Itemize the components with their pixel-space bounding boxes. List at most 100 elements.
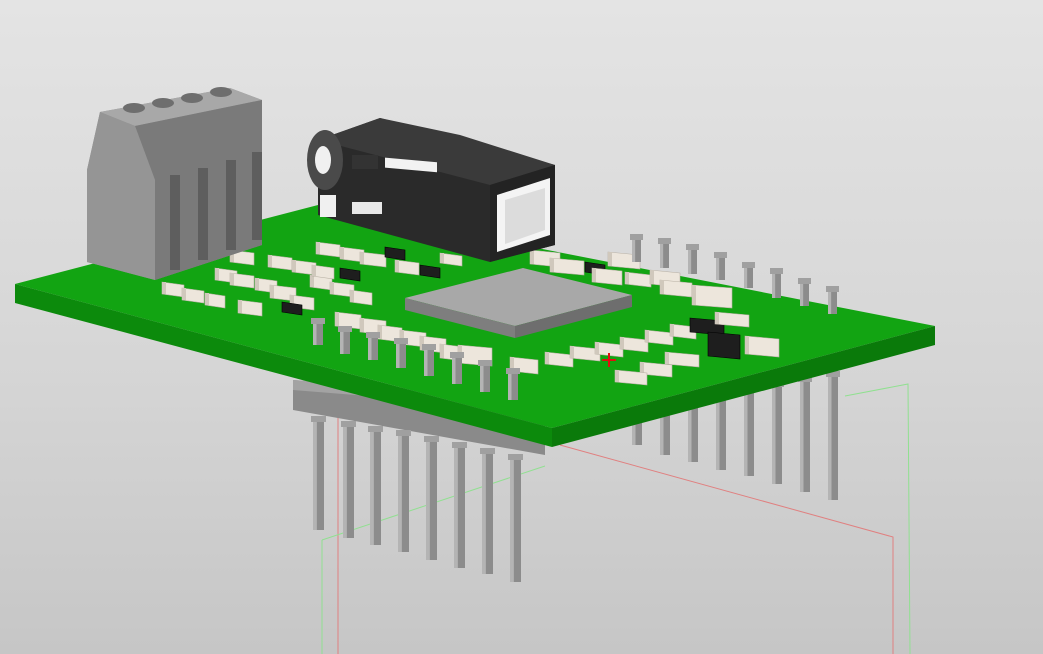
header-pin-highlight	[744, 390, 748, 476]
smd-passive-terminal	[270, 285, 274, 298]
smd-passive-terminal	[660, 280, 664, 294]
smd-passive-terminal	[316, 242, 320, 254]
header-pin-highlight	[452, 356, 456, 384]
smd-passive-terminal	[162, 282, 166, 294]
smd-passive-terminal	[330, 282, 334, 294]
header-pin-highlight	[313, 420, 317, 530]
header-pin-highlight	[800, 380, 804, 492]
smd-passive	[544, 351, 574, 368]
header-pin-highlight	[510, 458, 514, 582]
header-pin-highlight	[340, 330, 344, 354]
smd-passive	[644, 329, 674, 346]
red-projection-diagonal	[559, 444, 894, 654]
header-pin-collar	[714, 252, 727, 258]
header-pin-highlight	[426, 440, 430, 560]
header-pin-highlight	[424, 348, 428, 376]
smd-transistor	[707, 331, 741, 360]
header-pin-collar	[366, 332, 380, 338]
header-pin-collar	[686, 244, 699, 250]
header-pin-highlight	[828, 290, 832, 314]
header-pin-collar	[506, 368, 520, 374]
header-pin-collar	[742, 262, 755, 268]
header-pin-collar	[478, 360, 492, 366]
header-pin-highlight	[772, 385, 776, 484]
smd-passive-terminal	[182, 288, 186, 300]
smd-passive-terminal	[745, 336, 749, 354]
header-pin-collar	[424, 436, 439, 442]
header-pin-highlight	[398, 434, 402, 552]
header-pin-highlight	[772, 272, 776, 298]
smd-passive-terminal	[545, 352, 549, 364]
smd-passive-terminal	[215, 268, 219, 280]
header-pin-collar	[368, 426, 383, 432]
header-pin-collar	[338, 326, 352, 332]
header-pin-collar	[311, 318, 325, 324]
header-pin-collar	[480, 448, 495, 454]
header-pin-highlight	[454, 446, 458, 568]
header-pin-highlight	[800, 282, 804, 306]
smd-passive-terminal	[715, 312, 719, 324]
header-pin-highlight	[482, 452, 486, 574]
header-pin-collar	[770, 268, 783, 274]
smd-passive-terminal	[440, 344, 444, 358]
header-pin-highlight	[688, 248, 692, 274]
smd-passive	[744, 335, 780, 358]
header-pin-collar	[450, 352, 464, 358]
header-pin-highlight	[660, 242, 664, 268]
header-pin-collar	[394, 338, 408, 344]
smd-passive-terminal	[335, 312, 339, 326]
smd-passive-terminal	[350, 290, 354, 302]
header-pin-highlight	[480, 364, 484, 392]
header-pin-highlight	[744, 266, 748, 288]
header-pin-highlight	[828, 375, 832, 500]
smd-passive-terminal	[570, 346, 574, 358]
smd-passive-terminal	[595, 342, 599, 354]
header-pin-collar	[452, 442, 467, 448]
smd-passive-terminal	[665, 352, 669, 364]
header-pin-collar	[341, 421, 356, 427]
smd-passive-terminal	[312, 265, 316, 276]
header-pin-collar	[508, 454, 523, 460]
smd-passive-terminal	[292, 260, 296, 272]
smd-passive-terminal	[625, 272, 629, 284]
header-pin-collar	[658, 238, 671, 244]
header-pin-collar	[798, 278, 811, 284]
smd-passive-terminal	[395, 260, 399, 272]
smd-passive-terminal	[238, 300, 242, 313]
smd-passive-terminal	[440, 253, 444, 263]
header-pin-highlight	[370, 430, 374, 545]
header-pin-highlight	[396, 342, 400, 368]
header-pin-collar	[630, 234, 643, 240]
header-pin-highlight	[313, 322, 317, 345]
smd-passive-terminal	[255, 278, 259, 290]
smd-passive-terminal	[360, 318, 364, 332]
header-pin-highlight	[632, 238, 636, 262]
smd-passive-terminal	[650, 270, 654, 284]
smd-passive	[614, 369, 648, 386]
smd-passive	[659, 279, 693, 298]
smd-passive	[549, 257, 585, 276]
smd-passive-terminal	[692, 285, 696, 305]
smd-passive-terminal	[615, 370, 619, 382]
smd-passive-terminal	[230, 273, 234, 285]
pcb-3d-scene[interactable]	[0, 0, 1043, 654]
header-pin-highlight	[716, 395, 720, 470]
smd-passive	[591, 267, 623, 286]
header-pin-collar	[396, 430, 411, 436]
smd-passive-terminal	[340, 247, 344, 259]
header-pin-highlight	[716, 256, 720, 280]
terminal-block-connector[interactable]	[87, 87, 262, 280]
smd-passive	[714, 311, 750, 328]
header-pin-highlight	[343, 425, 347, 538]
smd-passive-terminal	[608, 252, 612, 266]
cad-3d-viewport[interactable]	[0, 0, 1043, 654]
smd-passive	[619, 336, 649, 353]
smd-passive-terminal	[530, 250, 534, 264]
smd-passive-terminal	[620, 337, 624, 349]
header-pin-collar	[826, 286, 839, 292]
header-pin-collar	[422, 344, 436, 350]
smd-passive-terminal	[310, 275, 314, 287]
smd-passive-terminal	[360, 252, 364, 264]
smd-passive-terminal	[205, 293, 209, 305]
smd-passive-terminal	[670, 324, 674, 336]
